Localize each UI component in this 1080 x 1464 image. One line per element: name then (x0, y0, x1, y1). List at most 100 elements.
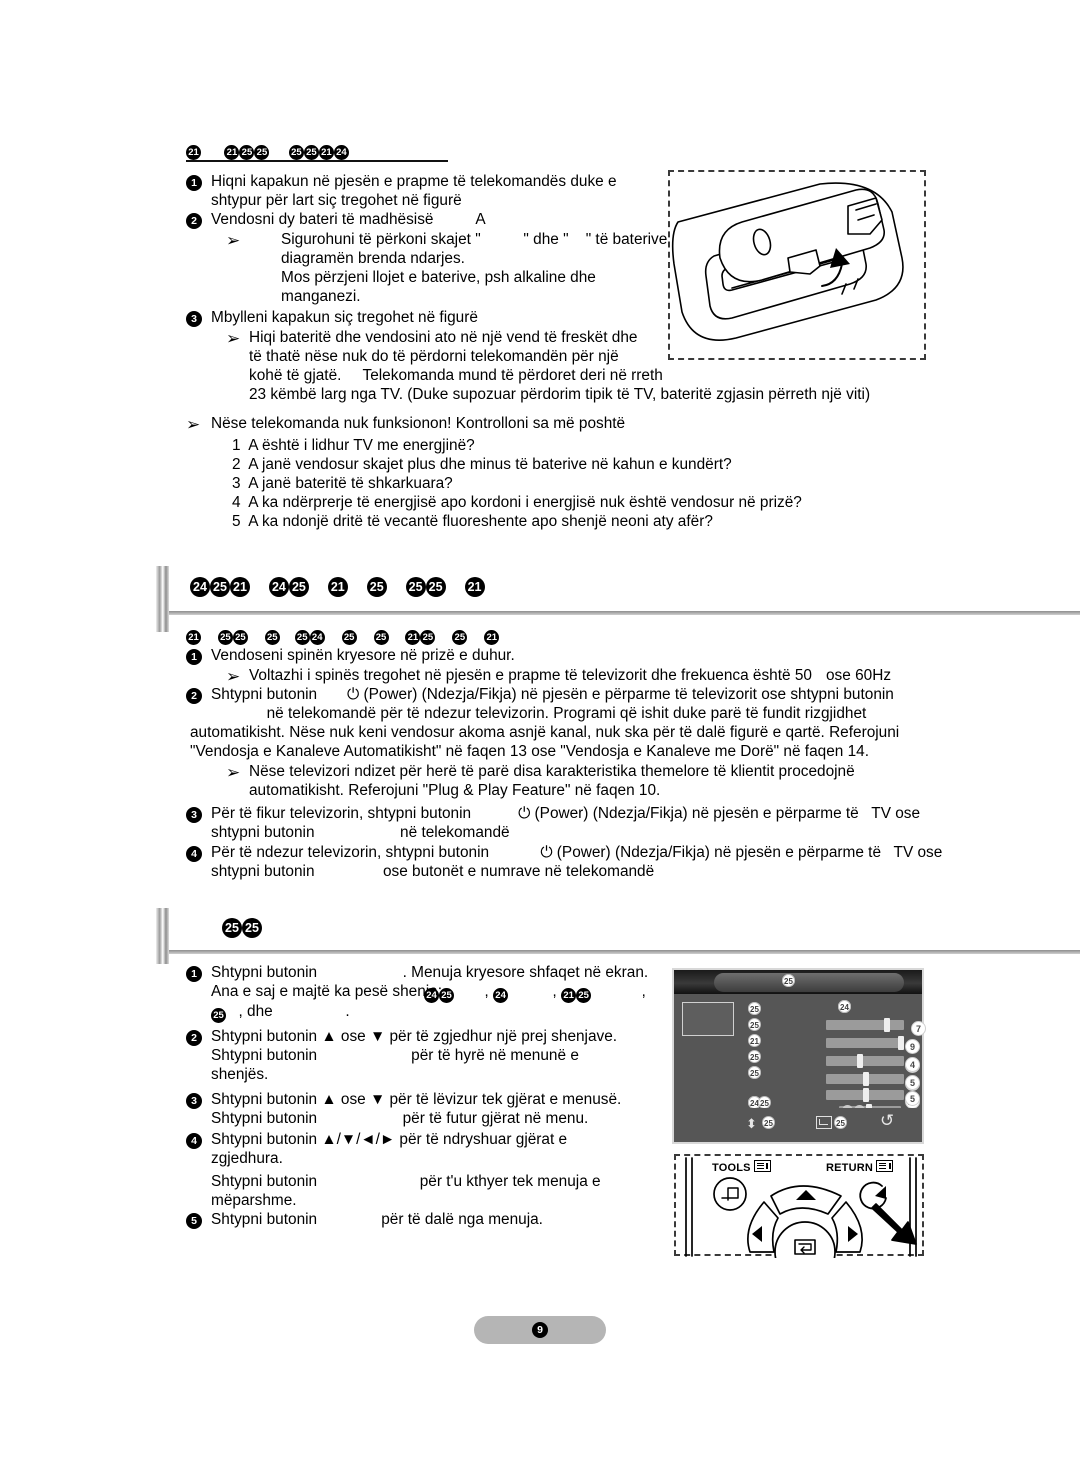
glyph-25: 25 (239, 145, 255, 160)
s2-step2-line3: automatikisht. Nëse nuk keni vendosur ak… (190, 724, 900, 741)
return-arrow-icon: ↺ (880, 1111, 895, 1130)
step-bullet-5: 5 (186, 1213, 202, 1229)
osd-slider-0[interactable] (826, 1020, 904, 1030)
step-bullet-1: 1 (186, 649, 202, 665)
step-bullet-1: 1 (186, 175, 202, 191)
glyph-24: 24 (424, 988, 439, 1003)
s1-step1-line2: shtypur për lart siç tregohet në figurë (211, 192, 462, 209)
glyph-25: 25 (748, 1050, 761, 1063)
osd-slider-knob-4[interactable] (863, 1088, 869, 1102)
s1-step3-note4: 23 këmbë larg nga TV. (Duke supozuar për… (249, 386, 871, 403)
s3-step2-line1: Shtypni butonin ▲ ose ▼ për të zgjedhur … (211, 1028, 618, 1045)
return-button-label: RETURN (826, 1160, 894, 1174)
glyph-21: 21 (186, 145, 201, 160)
glyph-24: 24 (493, 988, 509, 1003)
osd-slider-2[interactable] (826, 1056, 904, 1066)
glyph-25: 25 (576, 988, 592, 1003)
s3-step3-line1: Shtypni butonin ▲ ose ▼ për të lëvizur t… (211, 1091, 622, 1108)
s3-step3-line2: Shtypni butonin për të futur gjërat në m… (211, 1110, 589, 1127)
note-arrow-icon: ➢ (226, 667, 241, 686)
glyph-25: 25 (762, 1116, 775, 1129)
glyph-25: 25 (210, 577, 230, 597)
s3-step5-line1: Shtypni butonin për të dalë nga menuja. (211, 1211, 543, 1228)
glyph-25: 25 (373, 630, 389, 645)
glyph-24: 24 (309, 630, 325, 645)
s2-step2-line4: "Vendosja e Kanaleve Automatikisht" në f… (190, 743, 869, 760)
glyph-25: 25 (405, 577, 426, 597)
osd-slider-knob-2[interactable] (857, 1054, 863, 1068)
glyph-5: 5 (905, 1091, 920, 1106)
osd-slider-knob-0[interactable] (884, 1018, 890, 1032)
glyph-25: 25 (782, 974, 795, 987)
s3-step1-inline-glyphs: 24 25 , 24 , 21 25 , (424, 983, 646, 1003)
remote-keypad-illustration: TOOLS RETURN (674, 1154, 924, 1283)
osd-slider-knob-3[interactable] (863, 1072, 869, 1086)
section2-rule (169, 611, 1080, 615)
s1-step3-note2: të thatë nëse nuk do të përdorni telekom… (249, 348, 619, 365)
osd-slider-1[interactable] (826, 1038, 904, 1048)
s2-step2-note1: Nëse televizori ndizet për herë të parë … (249, 763, 855, 780)
section1-heading: 21 21 25 25 25 25 21 24 (186, 138, 349, 160)
glyph-24: 24 (268, 577, 289, 597)
page-number: 9 (532, 1322, 548, 1338)
glyph-25: 25 (420, 630, 436, 645)
glyph-25: 25 (217, 630, 233, 645)
glyph-25: 25 (254, 145, 270, 160)
s2-step3-line1: Për të fikur televizorin, shtypni butoni… (211, 805, 921, 822)
glyph-9: 9 (905, 1039, 920, 1054)
step-bullet-3: 3 (186, 1093, 202, 1109)
osd-footer: ⬍ 25 25 ↺ (674, 1108, 922, 1142)
osd-slider-knob-1[interactable] (898, 1036, 904, 1050)
step-bullet-3: 3 (186, 807, 202, 823)
glyph-4: 4 (905, 1057, 920, 1072)
glyph-25: 25 (341, 630, 357, 645)
s3-step1-tail: , dhe . (238, 1003, 350, 1020)
s1-step2-note4: manganezi. (281, 288, 361, 305)
section1-underline (186, 160, 448, 162)
s1-step2-line1: Vendosni dy bateri të madhësisë A (211, 211, 486, 228)
glyph-21: 21 (230, 577, 250, 597)
glyph-21: 21 (748, 1034, 761, 1047)
s3-step4-line4: mëparshme. (211, 1192, 297, 1209)
osd-menu-screenshot: 2025 2125 25 21 25 2125 25212524 25 2125 (672, 968, 926, 1144)
step-bullet-3: 3 (186, 311, 202, 327)
glyph-25: 25 (288, 577, 309, 597)
glyph-25: 25 (288, 145, 304, 160)
note-arrow-icon: ➢ (226, 231, 241, 250)
s1-trouble-2: 2 A janë vendosur skajet plus dhe minus … (232, 456, 732, 473)
osd-title-pill (714, 973, 904, 992)
section3-accent-bar (156, 908, 169, 964)
glyph-21: 21 (464, 577, 485, 597)
s1-trouble-5: 5 A ka ndonjë dritë të vecantë fluoreshe… (232, 513, 713, 530)
glyph-7: 7 (911, 1021, 926, 1036)
glyph-25: 25 (242, 918, 262, 938)
s1-step3-note1: Hiqi bateritë dhe vendosini ato në një v… (249, 329, 638, 346)
osd-slider-value-0: 7 (911, 1017, 926, 1036)
remote-line-art (671, 182, 904, 341)
tools-button-label: TOOLS (712, 1160, 771, 1174)
glyph-21: 21 (561, 988, 577, 1003)
glyph-21: 21 (405, 630, 421, 645)
s1-trouble-intro: Nëse telekomanda nuk funksionon! Kontrol… (211, 415, 626, 432)
enter-key-icon (816, 1116, 832, 1129)
step-bullet-2: 2 (186, 688, 202, 704)
up-down-arrow-icon: ⬍ (746, 1116, 757, 1131)
s2-step2-line1: Shtypni butonin ⏻ (Power) (Ndezja/Fikja)… (211, 686, 894, 703)
s2-step1-tail: ose 60Hz (826, 667, 892, 684)
menu-lines-icon (753, 1160, 771, 1172)
return-label-text: RETURN (826, 1162, 874, 1174)
s3-step1-tail-row: 25 , dhe . (211, 1002, 350, 1023)
glyph-25: 25 (425, 577, 446, 597)
s1-step2-note3: Mos përzjeni llojet e baterive, psh alka… (281, 269, 596, 286)
s1-step2-note2: diagramën brenda ndarjes. (281, 250, 465, 267)
s1-trouble-3: 3 A janë bateritë të shkarkuara? (232, 475, 453, 492)
section2-accent-bar (156, 566, 169, 632)
s3-step1-line1: Shtypni butonin . Menuja kryesore shfaqe… (211, 964, 649, 981)
s2-step1-note1: Voltazhi i spinës tregohet në pjesën e p… (249, 667, 812, 684)
s2-step4-line1: Për të ndezur televizorin, shtypni buton… (211, 844, 943, 861)
step-bullet-4: 4 (186, 1133, 202, 1149)
glyph-25: 25 (452, 630, 468, 645)
s3-step2-line2: Shtypni butonin për të hyrë në menunë e (211, 1047, 579, 1064)
s1-step3-line1: Mbylleni kapakun siç tregohet në figurë (211, 309, 478, 326)
step-bullet-1: 1 (186, 966, 202, 982)
